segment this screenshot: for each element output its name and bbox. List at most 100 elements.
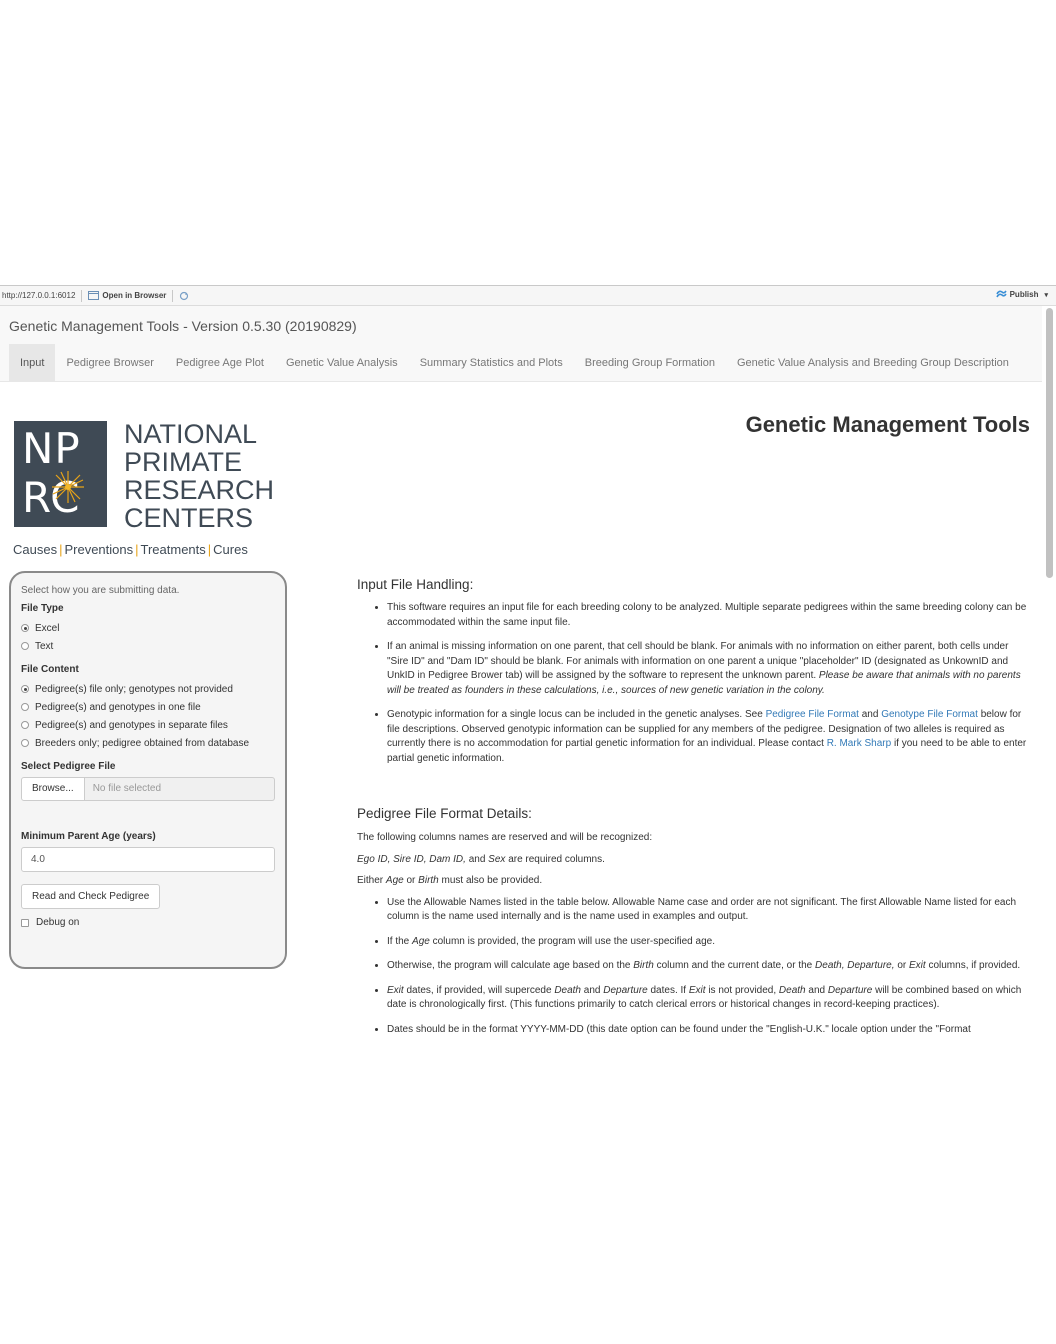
radio-pedigree-genotypes-one-file[interactable]: Pedigree(s) and genotypes in one file	[21, 698, 275, 716]
list-item: Otherwise, the program will calculate ag…	[387, 959, 1030, 974]
radio-button[interactable]	[21, 721, 29, 729]
radio-label: Pedigree(s) and genotypes in one file	[35, 701, 201, 713]
age-column: Age	[412, 935, 430, 947]
min-parent-age-label: Minimum Parent Age (years)	[21, 831, 156, 842]
pedigree-file-format-link[interactable]: Pedigree File Format	[766, 709, 859, 720]
list-item-text: and	[861, 709, 879, 720]
departure-column: Departure	[603, 984, 648, 996]
list-item-text: or	[897, 960, 907, 971]
paragraph-text: and	[468, 853, 486, 865]
app-title: Genetic Management Tools - Version 0.5.3…	[9, 318, 357, 334]
browse-button[interactable]: Browse...	[21, 777, 85, 801]
open-in-browser-label: Open in Browser	[102, 291, 167, 300]
star-icon	[51, 470, 85, 509]
tab-summary-statistics[interactable]: Summary Statistics and Plots	[409, 344, 574, 382]
logo-word: RESEARCH	[124, 475, 275, 505]
tagline-divider: |	[207, 542, 212, 557]
publish-label: Publish	[1009, 290, 1039, 299]
radio-pedigree-genotypes-separate[interactable]: Pedigree(s) and genotypes in separate fi…	[21, 716, 275, 734]
list-item: If the Age column is provided, the progr…	[387, 935, 1030, 950]
list-item-text: If the	[387, 935, 410, 947]
radio-breeders-only[interactable]: Breeders only; pedigree obtained from da…	[21, 734, 275, 752]
list-item-text: column is provided, the program will use…	[432, 935, 715, 947]
paragraph: Ego ID, Sire ID, Dam ID, and Sex are req…	[357, 853, 1030, 868]
min-parent-age-input[interactable]: 4.0	[21, 847, 275, 872]
refresh-icon[interactable]	[179, 291, 189, 301]
radio-button[interactable]	[21, 642, 29, 650]
panel-help-text: Select how you are submitting data.	[21, 585, 180, 596]
tab-bar: Input Pedigree Browser Pedigree Age Plot…	[9, 344, 1020, 382]
sidebar: NP RC NATIONAL PRIMATE RESEARCH CENTERS	[9, 414, 287, 969]
checkbox-label: Debug on	[36, 917, 80, 928]
list-item: Dates should be in the format YYYY-MM-DD…	[387, 1023, 1030, 1038]
input-panel: Select how you are submitting data. File…	[9, 571, 287, 969]
tab-pedigree-age-plot[interactable]: Pedigree Age Plot	[165, 344, 275, 382]
file-content-label: File Content	[21, 664, 79, 675]
toolbar-divider	[81, 289, 83, 302]
radio-label: Text	[35, 640, 54, 652]
logo-word: PRIMATE	[124, 447, 243, 477]
required-columns: Ego ID, Sire ID, Dam ID,	[357, 853, 466, 865]
navbar: Genetic Management Tools - Version 0.5.3…	[0, 306, 1042, 382]
list-item-text: columns, if provided.	[928, 960, 1021, 971]
tab-pedigree-browser[interactable]: Pedigree Browser	[55, 344, 164, 382]
departure-column: Departure	[827, 984, 873, 996]
logo-np: NP	[22, 424, 81, 473]
radio-file-type-text[interactable]: Text	[21, 637, 275, 655]
tab-genetic-value-analysis[interactable]: Genetic Value Analysis	[275, 344, 409, 382]
radio-label: Breeders only; pedigree obtained from da…	[35, 737, 250, 749]
death-column: Death	[778, 984, 806, 996]
logo-tagline: Causes | Preventions | Treatments | Cures	[13, 542, 248, 557]
pedigree-format-heading: Pedigree File Format Details:	[357, 806, 532, 821]
sex-column: Sex	[488, 853, 506, 865]
debug-checkbox[interactable]: Debug on	[21, 917, 275, 928]
tab-input[interactable]: Input	[9, 344, 56, 382]
browser-icon	[88, 291, 100, 300]
read-and-check-button[interactable]: Read and Check Pedigree	[21, 884, 161, 909]
tagline-divider: |	[135, 542, 139, 557]
radio-button[interactable]	[21, 703, 29, 711]
radio-button[interactable]	[21, 739, 29, 747]
file-type-label: File Type	[21, 603, 64, 614]
list-item-text: dates. If	[650, 984, 687, 996]
list-item-text: dates, if provided, will supercede	[406, 984, 552, 996]
publish-button[interactable]: Publish ▾	[995, 289, 1048, 300]
exit-column: Exit	[387, 984, 404, 996]
logo-word: CENTERS	[124, 503, 254, 533]
open-in-browser-button[interactable]: Open in Browser	[88, 291, 166, 300]
radio-button-checked[interactable]	[21, 685, 29, 693]
paragraph-text: or	[406, 875, 416, 886]
radio-button-checked[interactable]	[21, 624, 29, 632]
list-item: Use the Allowable Names listed in the ta…	[387, 896, 1030, 925]
radio-label: Pedigree(s) and genotypes in separate fi…	[35, 719, 228, 731]
logo-wordmark: NATIONAL PRIMATE RESEARCH CENTERS	[124, 420, 274, 532]
file-upload: Browse... No file selected	[21, 777, 275, 801]
tagline-divider: |	[59, 542, 63, 557]
select-file-label: Select Pedigree File	[21, 761, 116, 772]
tagline-word: Treatments	[140, 542, 206, 557]
paragraph-text: are required columns.	[508, 853, 605, 865]
contact-link[interactable]: R. Mark Sharp	[827, 738, 891, 749]
input-file-handling-heading: Input File Handling:	[357, 577, 474, 592]
radio-file-type-excel[interactable]: Excel	[21, 619, 275, 637]
toolbar-divider	[172, 289, 174, 302]
exit-column: Exit	[688, 984, 706, 996]
file-name-field[interactable]: No file selected	[84, 777, 275, 801]
list-item-text: column and the current date, or the	[656, 960, 813, 971]
page-title: Genetic Management Tools	[745, 412, 1030, 437]
checkbox-box[interactable]	[21, 918, 29, 927]
tab-gva-breeding-group-description[interactable]: Genetic Value Analysis and Breeding Grou…	[726, 344, 1020, 382]
scrollbar[interactable]	[1046, 308, 1053, 578]
death-column: Death	[554, 984, 581, 996]
tagline-word: Preventions	[64, 542, 134, 557]
list-item-text: Otherwise, the program will calculate ag…	[387, 960, 631, 971]
radio-label: Pedigree(s) file only; genotypes not pro…	[35, 683, 233, 695]
list-item-text: and	[583, 984, 601, 996]
list-item-text: is not provided,	[708, 984, 777, 996]
logo-word: NATIONAL	[124, 419, 258, 449]
viewer-toolbar: http://127.0.0.1:6012 Open in Browser Pu…	[0, 286, 1056, 306]
genotype-file-format-link[interactable]: Genotype File Format	[881, 709, 978, 720]
pedigree-format-section: The following columns names are reserved…	[357, 831, 1030, 1047]
tab-breeding-group-formation[interactable]: Breeding Group Formation	[574, 344, 726, 382]
radio-pedigree-only[interactable]: Pedigree(s) file only; genotypes not pro…	[21, 680, 275, 698]
